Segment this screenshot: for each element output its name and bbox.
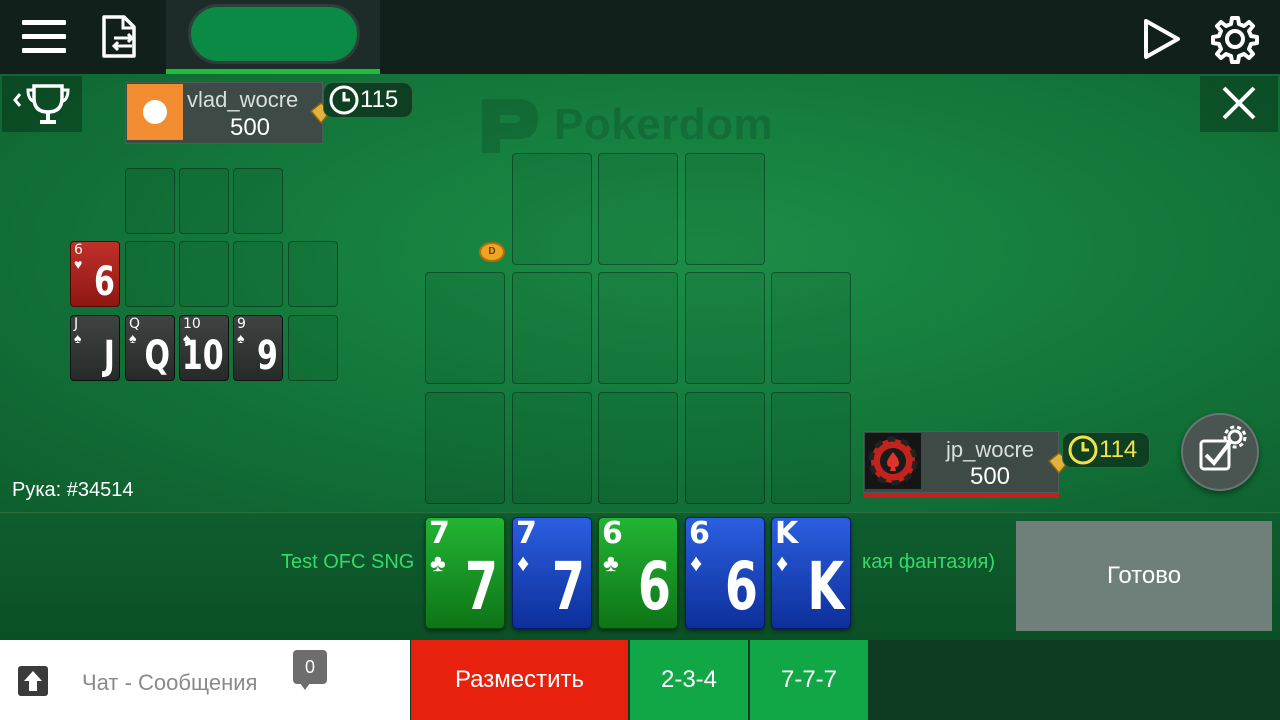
poker-table: Pokerdom vlad_wocre 500 115 6 ♥ 6 J ♠ J … bbox=[0, 74, 1280, 512]
hero-top-slot[interactable] bbox=[685, 153, 765, 265]
arrange-preset-777-button[interactable]: 7-7-7 bbox=[750, 640, 868, 720]
avatar bbox=[127, 84, 183, 140]
hero-bottom-slot[interactable] bbox=[425, 392, 505, 504]
opponent-card: 10 ♠ 10 bbox=[179, 315, 229, 381]
hero-timer-value: 114 bbox=[1099, 436, 1138, 463]
opponent-card: 9 ♠ 9 bbox=[233, 315, 283, 381]
hero-name: jp_wocre bbox=[945, 437, 1035, 462]
hand-card[interactable]: 7 ♣ 7 bbox=[425, 517, 505, 629]
opponent-middle-slot bbox=[233, 241, 283, 307]
hero-top-slot[interactable] bbox=[512, 153, 592, 265]
hero-middle-slot[interactable] bbox=[598, 272, 678, 384]
opponent-top-slot bbox=[125, 168, 175, 234]
opponent-seat[interactable]: vlad_wocre 500 bbox=[125, 82, 323, 144]
ready-button[interactable]: Готово bbox=[1016, 521, 1272, 631]
hero-bottom-slot[interactable] bbox=[771, 392, 851, 504]
hand-number: Рука: #34514 bbox=[12, 479, 134, 501]
opponent-stack: 500 bbox=[229, 114, 271, 141]
opponent-top-slot bbox=[179, 168, 229, 234]
brand-name: Pokerdom bbox=[554, 100, 774, 149]
hero-bottom-slot[interactable] bbox=[512, 392, 592, 504]
settings-gear-icon[interactable] bbox=[1210, 14, 1260, 64]
hero-bottom-slot[interactable] bbox=[598, 392, 678, 504]
chat-label: Чат - Сообщения bbox=[82, 670, 258, 695]
opponent-top-slot bbox=[233, 168, 283, 234]
place-cards-button[interactable]: Разместить bbox=[411, 640, 628, 720]
opponent-middle-slot bbox=[288, 241, 338, 307]
table-info-text: Test OFC SNG bbox=[281, 551, 415, 573]
arrange-preset-234-button[interactable]: 2-3-4 bbox=[630, 640, 748, 720]
hand-card[interactable]: K ♦ K bbox=[771, 517, 851, 629]
chat-input[interactable]: Чат - Сообщения 0 bbox=[0, 640, 410, 720]
opponent-timer-value: 115 bbox=[360, 86, 399, 113]
hero-top-slot[interactable] bbox=[598, 153, 678, 265]
hand-card[interactable]: 7 ♦ 7 bbox=[512, 517, 592, 629]
table-info-text: кая фантазия) bbox=[862, 551, 995, 573]
hand-card[interactable]: 6 ♦ 6 bbox=[685, 517, 765, 629]
opponent-timer: 115 bbox=[323, 82, 413, 118]
hero-middle-slot[interactable] bbox=[685, 272, 765, 384]
clock-icon bbox=[329, 85, 359, 115]
dealer-button: D bbox=[479, 242, 505, 262]
play-icon[interactable] bbox=[1140, 18, 1182, 60]
avatar bbox=[865, 433, 921, 489]
table-tab[interactable] bbox=[166, 0, 380, 81]
hero-time-bar bbox=[863, 493, 1059, 498]
upload-icon[interactable] bbox=[18, 666, 48, 696]
auto-action-button[interactable] bbox=[1181, 413, 1259, 491]
hand-area: Test OFC SNG кая фантазия) 7 ♣ 7 7 ♦ 7 6… bbox=[0, 512, 1280, 640]
hero-timer: 114 bbox=[1062, 432, 1150, 468]
clock-icon bbox=[1068, 435, 1098, 465]
table-thumbnail bbox=[188, 4, 360, 64]
hero-bottom-slot[interactable] bbox=[685, 392, 765, 504]
hand-card[interactable]: 6 ♣ 6 bbox=[598, 517, 678, 629]
opponent-name: vlad_wocre bbox=[187, 87, 299, 112]
close-table-button[interactable] bbox=[1200, 76, 1278, 132]
opponent-bottom-slot bbox=[288, 315, 338, 381]
hero-middle-slot[interactable] bbox=[771, 272, 851, 384]
bottom-bar: Чат - Сообщения 0 Разместить 2-3-4 7-7-7 bbox=[0, 640, 1280, 720]
hero-stack: 500 bbox=[969, 463, 1011, 490]
hero-middle-slot[interactable] bbox=[512, 272, 592, 384]
opponent-card: 6 ♥ 6 bbox=[70, 241, 120, 307]
hero-middle-slot[interactable] bbox=[425, 272, 505, 384]
chat-message-count: 0 bbox=[293, 650, 327, 684]
chat-badge-tail bbox=[300, 683, 310, 690]
pokerdom-logo-icon bbox=[482, 99, 538, 153]
trophy-button[interactable] bbox=[2, 76, 82, 132]
checkbox-gear-icon bbox=[1199, 425, 1247, 471]
opponent-middle-slot bbox=[179, 241, 229, 307]
hero-seat[interactable]: jp_wocre 500 bbox=[863, 431, 1059, 498]
hand-history-icon[interactable] bbox=[96, 14, 144, 60]
menu-icon[interactable] bbox=[22, 18, 68, 56]
pokerdom-logo: Pokerdom bbox=[478, 92, 773, 158]
top-bar bbox=[0, 0, 1280, 81]
opponent-card: J ♠ J bbox=[70, 315, 120, 381]
opponent-middle-slot bbox=[125, 241, 175, 307]
opponent-card: Q ♠ Q bbox=[125, 315, 175, 381]
